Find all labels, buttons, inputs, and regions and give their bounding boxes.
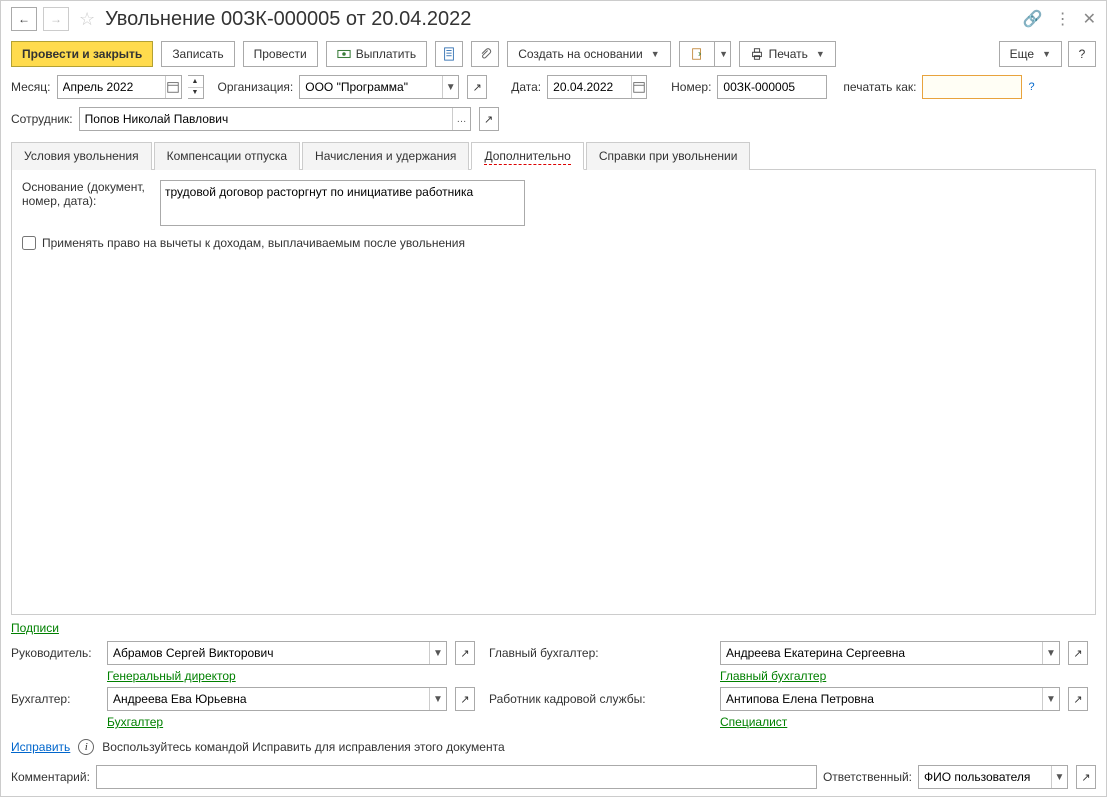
fix-link[interactable]: Исправить <box>11 740 70 754</box>
calendar-icon[interactable] <box>165 76 181 98</box>
deduction-rights-label: Применять право на вычеты к доходам, вып… <box>42 236 465 250</box>
forward-button[interactable]: → <box>43 7 69 31</box>
signatures-link[interactable]: Подписи <box>11 621 59 635</box>
head-label: Руководитель: <box>11 646 101 660</box>
tab-vacation-comp[interactable]: Компенсации отпуска <box>154 142 300 170</box>
favorite-icon[interactable]: ☆ <box>79 9 95 30</box>
help-button[interactable]: ? <box>1068 41 1096 67</box>
tabs: Условия увольнения Компенсации отпуска Н… <box>11 141 1096 170</box>
print-as-label: печатать как: <box>843 80 916 94</box>
hr-position-link[interactable]: Специалист <box>720 715 1060 729</box>
close-icon[interactable]: ✕ <box>1083 9 1096 29</box>
comment-field[interactable] <box>96 765 817 789</box>
month-spinner[interactable]: ▲▼ <box>188 75 204 99</box>
org-open-button[interactable]: ↗ <box>467 75 487 99</box>
chief-acc-label: Главный бухгалтер: <box>489 646 714 660</box>
attach-icon-button[interactable] <box>471 41 499 67</box>
chevron-down-icon[interactable]: ▼ <box>442 76 458 98</box>
hr-field[interactable]: ▼ <box>720 687 1060 711</box>
deduction-rights-checkbox[interactable] <box>22 236 36 250</box>
basis-label: Основание (документ, номер, дата): <box>22 180 152 208</box>
new-doc-split-button[interactable]: ▼ <box>679 41 731 67</box>
tab-content-additional: Основание (документ, номер, дата): трудо… <box>11 170 1096 615</box>
chevron-down-icon: ▼ <box>651 49 660 59</box>
comment-label: Комментарий: <box>11 770 90 784</box>
org-field[interactable]: ▼ <box>299 75 459 99</box>
help-icon[interactable]: ? <box>1028 81 1034 93</box>
responsible-field[interactable]: ▼ <box>918 765 1068 789</box>
print-as-field[interactable] <box>922 75 1022 99</box>
responsible-label: Ответственный: <box>823 770 912 784</box>
number-field[interactable] <box>717 75 827 99</box>
write-button[interactable]: Записать <box>161 41 234 67</box>
post-button[interactable]: Провести <box>243 41 318 67</box>
responsible-open-button[interactable]: ↗ <box>1076 765 1096 789</box>
month-field[interactable] <box>57 75 182 99</box>
info-icon: i <box>78 739 94 755</box>
org-label: Организация: <box>218 80 294 94</box>
header-row-1: Месяц: ▲▼ Организация: ▼ ↗ Дата: Номер: … <box>1 71 1106 103</box>
more-dropdown[interactable]: Еще ▼ <box>999 41 1062 67</box>
kebab-menu-icon[interactable]: ⋮ <box>1055 9 1071 29</box>
acc-field[interactable]: ▼ <box>107 687 447 711</box>
create-based-dropdown[interactable]: Создать на основании ▼ <box>507 41 670 67</box>
tab-conditions[interactable]: Условия увольнения <box>11 142 152 170</box>
number-label: Номер: <box>671 80 711 94</box>
header-row-2: Сотрудник: … ↗ <box>1 103 1106 135</box>
ellipsis-icon[interactable]: … <box>452 108 469 130</box>
date-label: Дата: <box>511 80 541 94</box>
head-position-link[interactable]: Генеральный директор <box>107 669 447 683</box>
fix-hint: Воспользуйтесь командой Исправить для ис… <box>102 740 504 754</box>
tab-certificates[interactable]: Справки при увольнении <box>586 142 751 170</box>
employee-open-button[interactable]: ↗ <box>479 107 499 131</box>
toolbar: Провести и закрыть Записать Провести Вып… <box>1 37 1106 71</box>
calendar-icon[interactable] <box>631 76 646 98</box>
head-field[interactable]: ▼ <box>107 641 447 665</box>
report-icon-button[interactable] <box>435 41 463 67</box>
tab-additional[interactable]: Дополнительно <box>471 142 583 170</box>
hr-label: Работник кадровой службы: <box>489 692 714 706</box>
employee-field[interactable]: … <box>79 107 471 131</box>
titlebar: ← → ☆ Увольнение 00ЗК-000005 от 20.04.20… <box>1 1 1106 37</box>
back-button[interactable]: ← <box>11 7 37 31</box>
print-dropdown[interactable]: Печать ▼ <box>739 41 836 67</box>
acc-position-link[interactable]: Бухгалтер <box>107 715 447 729</box>
acc-label: Бухгалтер: <box>11 692 101 706</box>
head-open-button[interactable]: ↗ <box>455 641 475 665</box>
post-and-close-button[interactable]: Провести и закрыть <box>11 41 153 67</box>
tab-accruals[interactable]: Начисления и удержания <box>302 142 469 170</box>
employee-label: Сотрудник: <box>11 112 73 126</box>
date-field[interactable] <box>547 75 647 99</box>
signatures-section: Подписи Руководитель: ▼ ↗ Главный бухгал… <box>1 615 1106 735</box>
window-title: Увольнение 00ЗК-000005 от 20.04.2022 <box>105 8 1017 31</box>
hr-open-button[interactable]: ↗ <box>1068 687 1088 711</box>
month-label: Месяц: <box>11 80 51 94</box>
chief-acc-open-button[interactable]: ↗ <box>1068 641 1088 665</box>
link-icon[interactable]: 🔗 <box>1023 9 1043 29</box>
fix-row: Исправить i Воспользуйтесь командой Испр… <box>1 735 1106 759</box>
chief-acc-field[interactable]: ▼ <box>720 641 1060 665</box>
acc-open-button[interactable]: ↗ <box>455 687 475 711</box>
pay-button[interactable]: Выплатить <box>326 41 428 67</box>
basis-textarea[interactable]: трудовой договор расторгнут по инициатив… <box>160 180 525 226</box>
bottom-row: Комментарий: Ответственный: ▼ ↗ <box>1 759 1106 795</box>
chief-acc-position-link[interactable]: Главный бухгалтер <box>720 669 1060 683</box>
chevron-down-icon: ▼ <box>816 49 825 59</box>
pay-label: Выплатить <box>356 47 417 61</box>
